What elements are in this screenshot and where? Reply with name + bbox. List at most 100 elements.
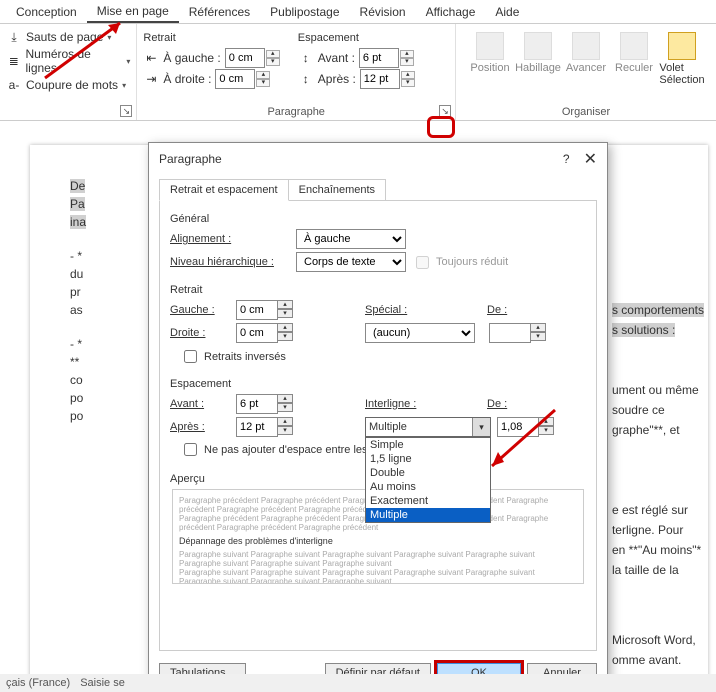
space-before-spinner[interactable]: ▴▾ <box>359 48 414 68</box>
hyphenation-label: Coupure de mots <box>26 78 118 92</box>
ribbon-tabs: Conception Mise en page Références Publi… <box>0 0 716 24</box>
before-input[interactable]: ▴▾ <box>236 394 293 414</box>
outline-select[interactable]: Corps de texte <box>296 252 406 272</box>
tab-publipostage[interactable]: Publipostage <box>260 2 349 22</box>
paragraph-dialog: Paragraphe ? ✕ Retrait et espacement Enc… <box>148 142 608 690</box>
alignment-select[interactable]: À gauche <box>296 229 406 249</box>
before-label: Avant : <box>170 398 230 410</box>
chevron-down-icon: ▾ <box>107 33 111 42</box>
tab-aide[interactable]: Aide <box>485 2 529 22</box>
backward-button[interactable]: Reculer <box>612 32 656 86</box>
space-before-label: Avant : <box>318 51 355 65</box>
spacing-title: Espacement <box>298 32 415 44</box>
forward-button[interactable]: Avancer <box>564 32 608 86</box>
hyphenation-icon: a- <box>6 77 22 93</box>
position-button[interactable]: Position <box>468 32 512 86</box>
option-simple[interactable]: Simple <box>366 438 490 452</box>
status-bar: çais (France) Saisie se <box>0 674 716 692</box>
spacing-at-input[interactable]: ▴▾ <box>497 417 554 437</box>
chevron-down-icon: ▾ <box>126 57 130 66</box>
indent-by-label: De : <box>487 304 517 316</box>
tab-conception[interactable]: Conception <box>6 2 87 22</box>
mirror-indent-checkbox[interactable] <box>184 350 197 363</box>
tab-mise-en-page[interactable]: Mise en page <box>87 1 179 23</box>
selection-label: Volet Sélection <box>659 62 704 86</box>
ribbon-body: ⤓Sauts de page▾ ≣Numéros de lignes▾ a-Co… <box>0 24 716 121</box>
option-at-least[interactable]: Au moins <box>366 480 490 494</box>
line-numbers-button[interactable]: ≣Numéros de lignes ▾ <box>6 47 130 75</box>
arrange-group-title: Organiser <box>456 106 716 118</box>
tab-line-breaks[interactable]: Enchaînements <box>289 179 386 201</box>
general-section: Général <box>170 213 586 225</box>
option-multiple[interactable]: Multiple <box>366 508 490 522</box>
help-button[interactable]: ? <box>563 152 570 166</box>
indent-right-icon: ⇥ <box>143 71 159 87</box>
page-break-icon: ⤓ <box>6 29 22 45</box>
wrap-button[interactable]: Habillage <box>516 32 560 86</box>
space-after-spinner[interactable]: ▴▾ <box>360 69 415 89</box>
indent-right-input[interactable]: ▴▾ <box>236 323 293 343</box>
indent-title: Retrait <box>143 32 279 44</box>
hyphenation-button[interactable]: a- Coupure de mots ▾ <box>6 77 130 93</box>
tab-affichage[interactable]: Affichage <box>416 2 486 22</box>
indent-left-input[interactable]: ▴▾ <box>236 300 293 320</box>
position-icon <box>476 32 504 60</box>
indent-by-input[interactable]: ▴▾ <box>489 323 546 343</box>
chevron-down-icon: ▾ <box>472 418 490 436</box>
indent-section: Retrait <box>170 284 586 296</box>
page-setup-launcher[interactable]: ↘ <box>120 105 132 117</box>
wrap-label: Habillage <box>515 62 561 74</box>
outline-label: Niveau hiérarchique : <box>170 256 290 268</box>
collapsed-checkbox <box>416 256 429 269</box>
indent-right-spinner[interactable]: ▴▾ <box>215 69 270 89</box>
paragraph-group-title: Paragraphe <box>137 106 455 118</box>
forward-icon <box>572 32 600 60</box>
chevron-down-icon: ▾ <box>122 81 126 90</box>
space-before-icon: ↕ <box>298 50 314 66</box>
doc-right-fragments: s comportements s solutions : ument ou m… <box>612 300 704 670</box>
backward-icon <box>620 32 648 60</box>
breaks-button[interactable]: ⤓ Sauts de page ▾ <box>6 29 130 45</box>
close-button[interactable]: ✕ <box>584 149 597 169</box>
tab-indent-spacing[interactable]: Retrait et espacement <box>159 179 289 201</box>
special-select[interactable]: (aucun) <box>365 323 475 343</box>
spacing-section: Espacement <box>170 378 586 390</box>
collapsed-label: Toujours réduit <box>436 256 508 268</box>
wrap-icon <box>524 32 552 60</box>
status-save: Saisie se <box>80 677 125 689</box>
tab-revision[interactable]: Révision <box>350 2 416 22</box>
indent-left-spinner[interactable]: ▴▾ <box>225 48 280 68</box>
line-spacing-dropdown[interactable]: Simple 1,5 ligne Double Au moins Exactem… <box>365 437 491 523</box>
option-1-5[interactable]: 1,5 ligne <box>366 452 490 466</box>
alignment-label: Alignement : <box>170 233 290 245</box>
line-numbers-icon: ≣ <box>6 53 21 69</box>
no-space-checkbox[interactable] <box>184 443 197 456</box>
position-label: Position <box>470 62 509 74</box>
space-after-label: Après : <box>318 72 356 86</box>
backward-label: Reculer <box>615 62 653 74</box>
after-input[interactable]: ▴▾ <box>236 417 293 437</box>
forward-label: Avancer <box>566 62 606 74</box>
mirror-indent-label: Retraits inversés <box>204 351 286 363</box>
indent-right-label: Droite : <box>170 327 230 339</box>
after-label: Après : <box>170 421 230 433</box>
selection-pane-button[interactable]: Volet Sélection <box>660 32 704 86</box>
line-spacing-select[interactable]: Multiple ▾ <box>365 417 491 437</box>
indent-left-label: Gauche : <box>170 304 230 316</box>
status-language[interactable]: çais (France) <box>6 677 70 689</box>
indent-left-label: À gauche : <box>163 51 220 65</box>
selection-icon <box>668 32 696 60</box>
space-after-icon: ↕ <box>298 71 314 87</box>
breaks-label: Sauts de page <box>26 30 103 44</box>
line-numbers-label: Numéros de lignes <box>25 47 122 75</box>
indent-left-icon: ⇤ <box>143 50 159 66</box>
option-double[interactable]: Double <box>366 466 490 480</box>
indent-right-label: À droite : <box>163 72 211 86</box>
spacing-at-label: De : <box>487 398 517 410</box>
tab-references[interactable]: Références <box>179 2 260 22</box>
line-spacing-label: Interligne : <box>365 398 435 410</box>
paragraph-launcher[interactable]: ↘ <box>439 105 451 117</box>
dialog-title: Paragraphe <box>159 152 222 166</box>
option-exactly[interactable]: Exactement <box>366 494 490 508</box>
special-label: Spécial : <box>365 304 425 316</box>
